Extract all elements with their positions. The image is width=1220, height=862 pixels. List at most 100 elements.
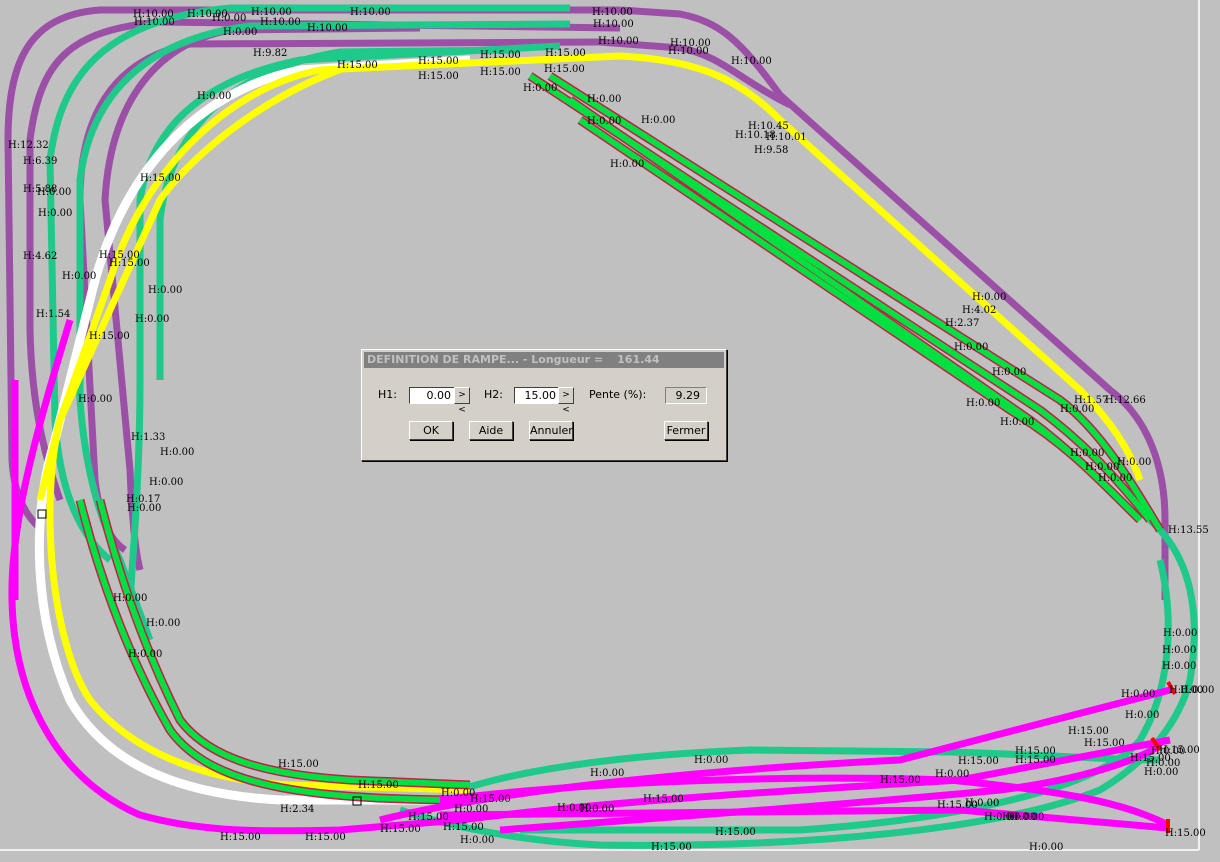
height-label: H:0.00 (954, 342, 988, 353)
height-label: H:0.00 (78, 394, 112, 405)
height-label: H:15.00 (358, 780, 399, 791)
height-label: H:0.00 (62, 271, 96, 282)
height-label: H:0.00 (135, 314, 169, 325)
height-label: H:15.00 (937, 800, 978, 811)
height-label: H:15.00 (958, 756, 999, 767)
height-label: H:6.39 (23, 156, 57, 167)
h1-input[interactable]: 0.00 (409, 387, 455, 404)
height-label: H:15.00 (643, 794, 684, 805)
height-label: H:15.00 (418, 56, 459, 67)
height-label: H:0.00 (1162, 661, 1196, 672)
height-label: H:0.00 (38, 208, 72, 219)
slope-label: Pente (%): (589, 388, 647, 401)
h2-swap-button[interactable]: >< (558, 387, 574, 415)
slope-value: 9.29 (665, 387, 707, 404)
height-label: H:0.00 (1000, 417, 1034, 428)
height-label: H:0.00 (1163, 628, 1197, 639)
height-label: H:0.00 (460, 835, 494, 846)
height-label: H:1.33 (131, 432, 165, 443)
height-label: H:10.00 (134, 17, 175, 28)
height-label: H:0.00 (1125, 710, 1159, 721)
height-label: H:0.00 (580, 804, 614, 815)
height-label: H:0.00 (694, 755, 728, 766)
height-label: H:0.00 (146, 618, 180, 629)
height-label: H:0.00 (160, 447, 194, 458)
height-label: H:0.00 (641, 115, 675, 126)
height-label: H:12.66 (1105, 395, 1146, 406)
dialog-title: DEFINITION DE RAMPE... - Longueur = (367, 353, 604, 366)
height-label: H:15.00 (109, 258, 150, 269)
height-label: H:15.00 (545, 48, 586, 59)
h2-input[interactable]: 15.00 (514, 387, 560, 404)
height-label: H:0.00 (1085, 462, 1119, 473)
h1-label: H1: (378, 388, 397, 401)
height-label: H:0.00 (454, 804, 488, 815)
track-segment (619, 6, 1169, 600)
height-label: H:0.00 (223, 27, 257, 38)
height-label: H:4.02 (962, 305, 996, 316)
height-label: H:0.00 (127, 503, 161, 514)
ok-button[interactable]: OK (409, 421, 453, 440)
height-label: H:15.00 (89, 331, 130, 342)
height-label: H:0.00 (128, 649, 162, 660)
height-label: H:1.57 (1074, 395, 1108, 406)
height-label: H:9.82 (253, 48, 287, 59)
help-button[interactable]: Aide (469, 421, 513, 440)
height-label: H:15.00 (337, 60, 378, 71)
height-label: H:15.00 (305, 832, 346, 843)
height-label: H:10.00 (668, 46, 709, 57)
height-label: H:0.00 (1029, 842, 1063, 853)
ramp-definition-dialog[interactable]: DEFINITION DE RAMPE... - Longueur = 161.4… (361, 349, 727, 461)
height-label: H:0.00 (1117, 457, 1151, 468)
height-label: H:2.34 (280, 804, 314, 815)
height-label: H:0.00 (148, 285, 182, 296)
height-label: H:2.37 (945, 318, 979, 329)
height-label: H:15.00 (380, 824, 421, 835)
height-label: H:0.00 (523, 83, 557, 94)
height-label: H:0.00 (610, 159, 644, 170)
height-label: H:15.00 (651, 842, 692, 853)
height-label: H:15.00 (1068, 726, 1109, 737)
dialog-length-value: 161.44 (617, 353, 660, 366)
height-label: H:0.00 (1070, 448, 1104, 459)
height-label: H:9.58 (754, 145, 788, 156)
height-label: H:15.00 (418, 71, 459, 82)
height-label: H:15.00 (140, 173, 181, 184)
cancel-button[interactable]: Annuler (529, 421, 573, 440)
height-label: H:4.62 (23, 251, 57, 262)
height-label: H:15.00 (715, 827, 756, 838)
height-label: H:10.00 (598, 36, 639, 47)
height-label: H:15.00 (220, 832, 261, 843)
h1-swap-button[interactable]: >< (454, 387, 470, 415)
h2-label: H2: (484, 388, 503, 401)
height-label: H:0.00 (1146, 758, 1180, 769)
height-label: H:0.00 (587, 94, 621, 105)
height-label: H:0.00 (1162, 645, 1196, 656)
height-label: H:0.00 (1121, 689, 1155, 700)
height-label: H:0.00 (212, 13, 246, 24)
height-label: H:10.00 (350, 7, 391, 18)
close-button[interactable]: Fermer (664, 421, 708, 440)
height-label: H:10.00 (260, 17, 301, 28)
height-label: H:15.00 (443, 822, 484, 833)
track-segment (97, 499, 471, 788)
height-label: H:12.32 (8, 140, 49, 151)
height-label: H:0.00 (587, 116, 621, 127)
height-label: H:15.00 (480, 50, 521, 61)
height-label: H:0.00 (992, 367, 1026, 378)
height-label: H:0.00 (1098, 473, 1132, 484)
height-label: H:15.00 (1015, 755, 1056, 766)
height-label: H:0.00 (37, 187, 71, 198)
height-label: H:0.00 (966, 398, 1000, 409)
height-label: H:15.00 (278, 759, 319, 770)
height-label: H:0.00 (935, 769, 969, 780)
height-label: H:0.00 (1180, 685, 1214, 696)
height-label: H:10.00 (731, 56, 772, 67)
height-label: H:0.00 (590, 768, 624, 779)
height-label: H:15.00 (880, 775, 921, 786)
height-label: H:1.54 (36, 309, 70, 320)
height-label: H:10.00 (592, 7, 633, 18)
track-segment (76, 20, 571, 642)
dialog-titlebar[interactable]: DEFINITION DE RAMPE... - Longueur = 161.4… (364, 352, 724, 368)
height-label: H:15.00 (544, 64, 585, 75)
